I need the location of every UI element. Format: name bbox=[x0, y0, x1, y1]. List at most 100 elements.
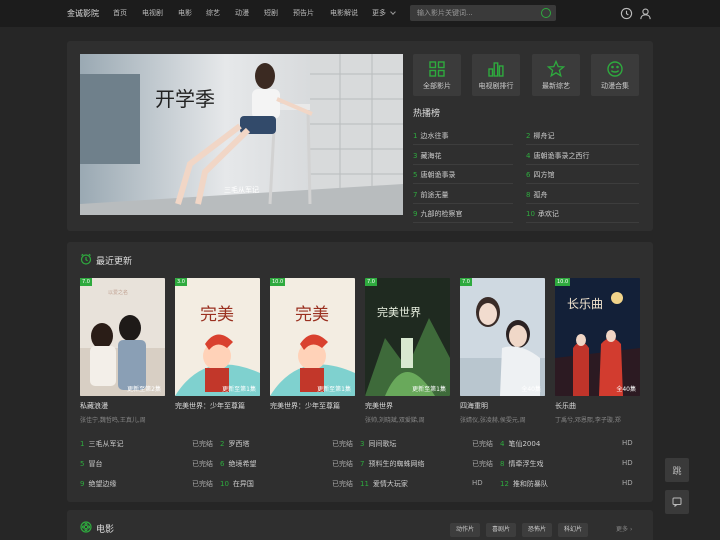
quick-all-movies[interactable]: 全部影片 bbox=[413, 54, 461, 96]
hot-item-title: 孤舟 bbox=[533, 190, 548, 199]
chevron-right-icon: › bbox=[629, 526, 633, 533]
float-button-label: 跳 bbox=[672, 467, 682, 477]
recent-row[interactable]: 8 情牵浮生戏 bbox=[500, 459, 543, 469]
episode-label: 全40集 bbox=[521, 386, 541, 393]
row-title: 情牵浮生戏 bbox=[508, 460, 544, 468]
svg-text:完美世界: 完美世界 bbox=[377, 305, 421, 319]
poster-title[interactable]: 四海重明 bbox=[460, 401, 548, 411]
nav-more[interactable]: 更多 bbox=[372, 8, 396, 18]
search-input[interactable] bbox=[410, 5, 556, 21]
hot-list-item[interactable]: 6 四方馆 bbox=[526, 170, 639, 184]
row-status: HD bbox=[622, 479, 633, 487]
row-number: 3 bbox=[360, 440, 365, 448]
float-button-top[interactable]: 跳 bbox=[665, 458, 689, 482]
bar-chart-icon bbox=[488, 62, 504, 77]
poster-card[interactable]: 长乐曲 10.0 全40集 bbox=[555, 278, 640, 396]
poster-image bbox=[460, 278, 545, 396]
recent-row[interactable]: 10 在异国 bbox=[220, 479, 254, 489]
hot-list-item[interactable]: 4 唐朝诡事录之西行 bbox=[526, 151, 639, 165]
rating-badge: 7.0 bbox=[460, 278, 472, 286]
row-title: 笔仙2004 bbox=[508, 440, 541, 448]
row-status: HD bbox=[622, 439, 633, 447]
poster-title[interactable]: 私藏浪漫 bbox=[80, 401, 168, 411]
float-button-message[interactable] bbox=[665, 490, 689, 514]
quick-new-variety[interactable]: 最新综艺 bbox=[532, 54, 580, 96]
recent-row[interactable]: 4 笔仙2004 bbox=[500, 439, 540, 449]
hot-list-item[interactable]: 1 边水往事 bbox=[413, 131, 513, 145]
poster-card[interactable]: 完美世界 7.0 更新至第1集 bbox=[365, 278, 450, 396]
hot-item-title: 唐朝诡事录之西行 bbox=[533, 151, 590, 160]
tag-scifi[interactable]: 科幻片 bbox=[558, 523, 588, 537]
hot-list-item[interactable]: 9 九部的检察官 bbox=[413, 209, 513, 223]
top-bar: 金诚影院 首页 电视剧 电影 综艺 动漫 短剧 预告片 电影解说 更多 bbox=[0, 0, 720, 27]
poster-title[interactable]: 长乐曲 bbox=[555, 401, 643, 411]
row-number: 10 bbox=[220, 480, 229, 488]
hot-list-item[interactable]: 3 藏海花 bbox=[413, 151, 513, 165]
poster-card[interactable]: 完美 10.0 更新至第1集 bbox=[270, 278, 355, 396]
recent-row[interactable]: 2 罗西塔 bbox=[220, 439, 249, 449]
hot-list-item[interactable]: 10 承欢记 bbox=[526, 209, 639, 223]
hot-rank-number: 1 bbox=[413, 132, 418, 140]
quick-label: 动漫合集 bbox=[601, 82, 629, 90]
poster-card[interactable]: 以爱之名 7.0 更新至第2集 bbox=[80, 278, 165, 396]
nav-short[interactable]: 短剧 bbox=[264, 8, 278, 18]
recent-row[interactable]: 5 冒台 bbox=[80, 459, 102, 469]
nav-anime[interactable]: 动漫 bbox=[235, 8, 249, 18]
row-title: 推和防暴队 bbox=[512, 480, 548, 488]
poster-card[interactable]: 完美 3.0 更新至第1集 bbox=[175, 278, 260, 396]
nav-commentary[interactable]: 电影解说 bbox=[330, 8, 358, 18]
quick-anime-collection[interactable]: 动漫合集 bbox=[591, 54, 639, 96]
hot-item-title: 唐朝诡事录 bbox=[420, 171, 456, 179]
row-number: 1 bbox=[80, 440, 85, 448]
chevron-down-icon bbox=[390, 9, 396, 15]
nav-more-label: 更多 bbox=[372, 9, 386, 17]
movie-more-link[interactable]: 更多 › bbox=[616, 524, 632, 533]
nav-home[interactable]: 首页 bbox=[113, 8, 127, 18]
row-title: 爱情大玩家 bbox=[372, 480, 408, 488]
quick-tv-ranking[interactable]: 电视剧排行 bbox=[472, 54, 520, 96]
hot-item-title: 承欢记 bbox=[537, 210, 559, 218]
poster-card[interactable]: 7.0 全40集 bbox=[460, 278, 545, 396]
poster-title[interactable]: 完美世界：少年至尊篇 bbox=[270, 401, 358, 411]
episode-label: 更新至第1集 bbox=[317, 386, 351, 393]
recent-row[interactable]: 12 推和防暴队 bbox=[500, 479, 548, 489]
site-logo[interactable]: 金诚影院 bbox=[67, 8, 99, 19]
quick-label: 全部影片 bbox=[423, 82, 451, 90]
hot-list-item[interactable]: 2 柳舟记 bbox=[526, 131, 639, 145]
recent-row[interactable]: 9 绝望边缘 bbox=[80, 479, 116, 489]
alarm-clock-icon bbox=[80, 253, 92, 265]
message-icon bbox=[672, 497, 682, 507]
row-status: 已完结 bbox=[472, 460, 493, 468]
nav-movie[interactable]: 电影 bbox=[178, 8, 192, 18]
row-status: HD bbox=[622, 459, 633, 467]
poster-title[interactable]: 完美世界：少年至尊篇 bbox=[175, 401, 263, 411]
recent-row[interactable]: 11 爱情大玩家 bbox=[360, 479, 408, 489]
row-title: 绝境希望 bbox=[228, 460, 257, 468]
row-title: 绝望边缘 bbox=[88, 480, 117, 488]
tag-action[interactable]: 动作片 bbox=[450, 523, 480, 537]
recent-row[interactable]: 6 绝境希望 bbox=[220, 459, 256, 469]
hot-list-item[interactable]: 5 唐朝诡事录 bbox=[413, 170, 513, 184]
search-icon[interactable] bbox=[541, 8, 551, 18]
row-number: 8 bbox=[500, 460, 505, 468]
recent-row[interactable]: 7 预料生的蜘蛛网络 bbox=[360, 459, 424, 469]
tag-horror[interactable]: 恐怖片 bbox=[522, 523, 552, 537]
hot-rank-number: 3 bbox=[413, 151, 418, 160]
nav-variety[interactable]: 综艺 bbox=[206, 8, 220, 18]
recent-row[interactable]: 1 三毛从军记 bbox=[80, 439, 123, 449]
history-icon[interactable] bbox=[620, 7, 633, 20]
banner-slide[interactable]: 开学季 三毛从军记 bbox=[80, 54, 403, 215]
poster-title[interactable]: 完美世界 bbox=[365, 401, 453, 411]
nav-tv[interactable]: 电视剧 bbox=[142, 8, 163, 18]
row-number: 11 bbox=[360, 480, 369, 488]
user-icon[interactable] bbox=[639, 7, 652, 20]
nav-trailer[interactable]: 预告片 bbox=[293, 8, 314, 18]
poster-cast: 张帅,刘晓斌,双爱娣,周 bbox=[365, 417, 425, 424]
tag-comedy[interactable]: 喜剧片 bbox=[486, 523, 516, 537]
hot-list-item[interactable]: 8 孤舟 bbox=[526, 190, 639, 204]
hot-list-item[interactable]: 7 前途无量 bbox=[413, 190, 513, 204]
recent-row[interactable]: 3 同间歌坛 bbox=[360, 439, 396, 449]
quick-label: 最新综艺 bbox=[542, 82, 570, 90]
row-status: 已完结 bbox=[192, 480, 213, 488]
row-number: 7 bbox=[360, 460, 365, 468]
